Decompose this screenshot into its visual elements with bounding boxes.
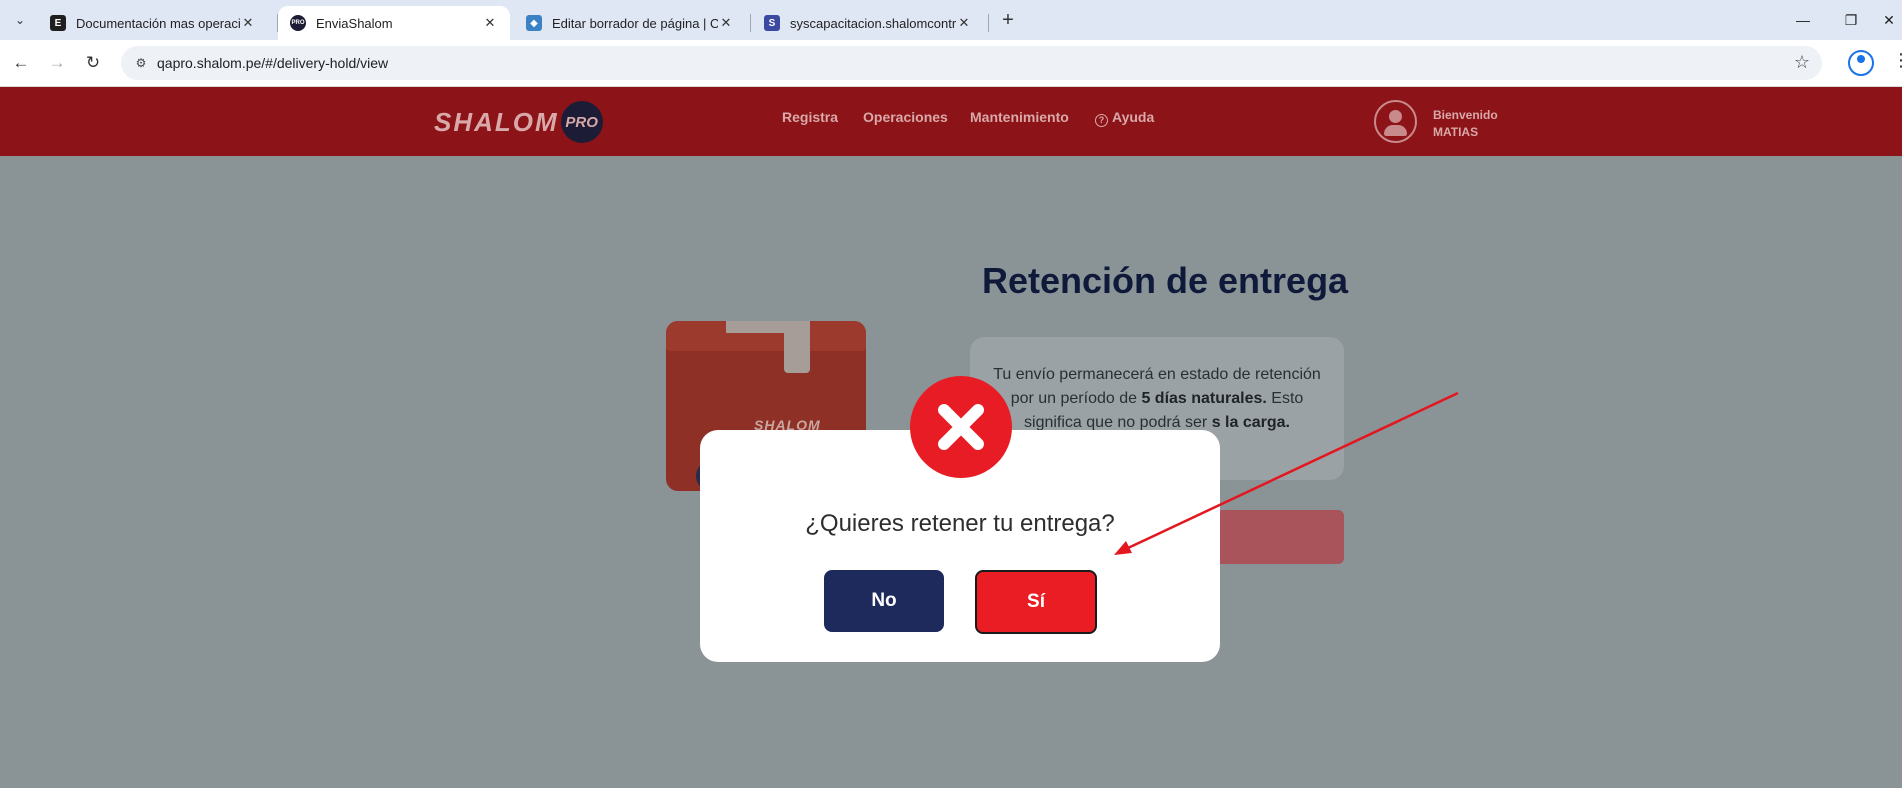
si-button[interactable]: Sí bbox=[975, 570, 1097, 634]
browser-tab-bar: ⌄ E Documentación mas operaciones ✕ PRO … bbox=[0, 0, 1902, 40]
tab-title: EnviaShalom bbox=[316, 15, 393, 31]
welcome-text: Bienvenido MATIAS bbox=[1433, 107, 1498, 141]
layers-favicon-icon: ◆ bbox=[526, 15, 542, 31]
no-button[interactable]: No bbox=[824, 570, 944, 632]
close-icon[interactable]: ✕ bbox=[482, 15, 498, 31]
forward-arrow-icon[interactable]: → bbox=[44, 50, 70, 76]
tab-editar-borrador[interactable]: ◆ Editar borrador de página | Overview ✕ bbox=[514, 6, 746, 40]
back-arrow-icon[interactable]: ← bbox=[8, 50, 34, 76]
nav-mantenimiento[interactable]: Mantenimiento bbox=[970, 109, 1069, 125]
profile-icon[interactable] bbox=[1848, 50, 1874, 76]
site-favicon-icon: S bbox=[764, 15, 780, 31]
close-icon[interactable]: ✕ bbox=[240, 15, 256, 31]
browser-address-bar: ← → ↻ ⚙ qapro.shalom.pe/#/delivery-hold/… bbox=[0, 40, 1902, 87]
site-header: SHALOM PRO Registra Operaciones Mantenim… bbox=[0, 87, 1902, 156]
new-tab-plus-icon[interactable]: + bbox=[996, 8, 1020, 32]
url-omnibox[interactable]: ⚙ qapro.shalom.pe/#/delivery-hold/view ☆ bbox=[121, 46, 1822, 80]
tab-title: syscapacitacion.shalomcontrol.com bbox=[790, 15, 956, 31]
logo-pro-badge: PRO bbox=[560, 101, 603, 143]
shalom-pro-favicon-icon: PRO bbox=[290, 15, 306, 31]
close-icon[interactable]: ✕ bbox=[956, 15, 972, 31]
user-avatar[interactable] bbox=[1374, 100, 1417, 143]
minimize-icon[interactable]: — bbox=[1780, 6, 1826, 34]
more-menu-icon[interactable]: ⋮ bbox=[1892, 50, 1902, 76]
nav-ayuda[interactable]: ? Ayuda bbox=[1095, 109, 1154, 127]
nav-registra[interactable]: Registra bbox=[782, 109, 838, 125]
page-title: Retención de entrega bbox=[982, 260, 1349, 301]
elementor-favicon-icon: E bbox=[50, 15, 66, 31]
user-name: MATIAS bbox=[1433, 125, 1479, 139]
tab-title: Documentación mas operaciones bbox=[76, 15, 240, 31]
error-x-icon bbox=[910, 376, 1012, 478]
welcome-label: Bienvenido bbox=[1433, 108, 1498, 122]
close-icon[interactable]: ✕ bbox=[718, 15, 734, 31]
reload-icon[interactable]: ↻ bbox=[80, 50, 106, 76]
window-close-icon[interactable]: ✕ bbox=[1876, 6, 1902, 34]
tab-syscapacitacion[interactable]: S syscapacitacion.shalomcontrol.com ✕ bbox=[752, 6, 984, 40]
site-settings-icon[interactable]: ⚙ bbox=[133, 55, 149, 71]
tab-title: Editar borrador de página | Overview bbox=[552, 15, 718, 31]
url-text[interactable]: qapro.shalom.pe/#/delivery-hold/view bbox=[157, 55, 388, 71]
question-circle-icon: ? bbox=[1095, 114, 1108, 127]
bookmark-star-icon[interactable]: ☆ bbox=[1794, 52, 1810, 73]
dialog-question: ¿Quieres retener tu entrega? bbox=[805, 510, 1115, 537]
tab-search-chevron-icon[interactable]: ⌄ bbox=[8, 8, 32, 32]
shalom-logo[interactable]: SHALOM PRO bbox=[434, 101, 603, 143]
info-text: Tu envío permanecerá en estado de retenc… bbox=[993, 366, 1321, 431]
logo-text: SHALOM bbox=[434, 106, 559, 137]
nav-ayuda-label: Ayuda bbox=[1112, 109, 1155, 125]
tab-documentacion[interactable]: E Documentación mas operaciones ✕ bbox=[38, 6, 268, 40]
restore-icon[interactable]: ❐ bbox=[1828, 6, 1874, 34]
tab-enviashalom[interactable]: PRO EnviaShalom ✕ bbox=[278, 6, 510, 40]
nav-operaciones[interactable]: Operaciones bbox=[863, 109, 948, 125]
